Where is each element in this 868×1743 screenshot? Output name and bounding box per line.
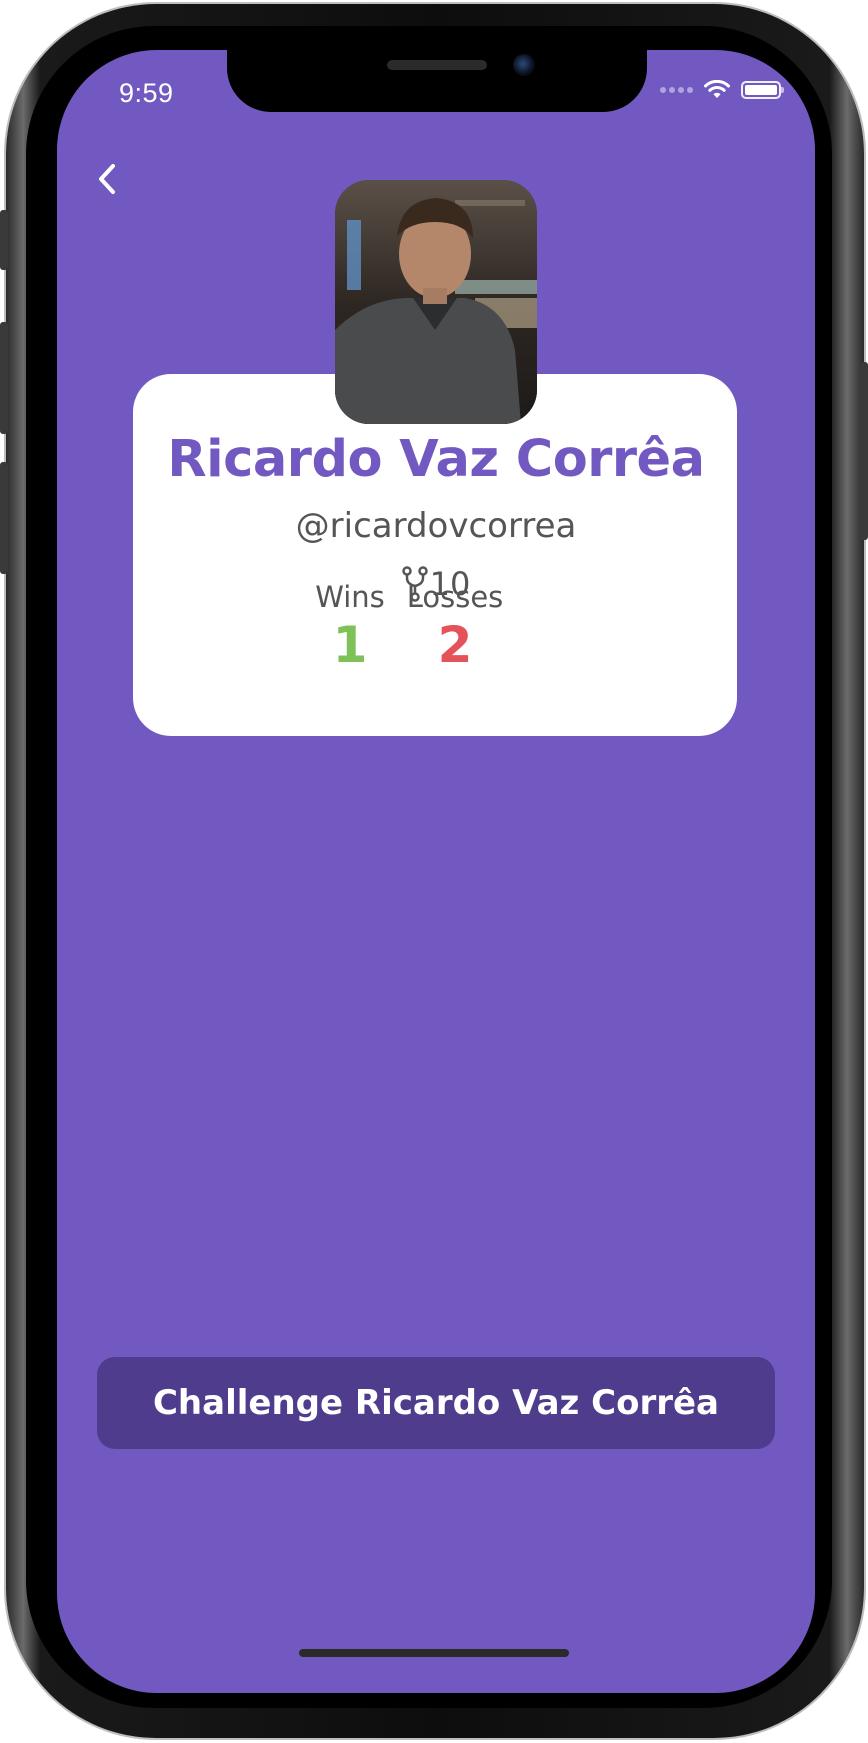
volume-down-button bbox=[0, 462, 8, 574]
avatar bbox=[335, 180, 537, 424]
signal-dots-icon bbox=[660, 87, 693, 93]
status-time: 9:59 bbox=[119, 78, 174, 108]
wins-label: Wins bbox=[315, 580, 385, 614]
wifi-icon bbox=[704, 80, 730, 98]
front-camera bbox=[513, 54, 535, 76]
losses-stat: Losses 2 bbox=[397, 580, 513, 674]
status-icons bbox=[660, 80, 784, 100]
power-button bbox=[860, 362, 868, 540]
battery-icon bbox=[741, 81, 784, 99]
speaker-grille bbox=[387, 60, 487, 70]
home-indicator[interactable] bbox=[299, 1649, 569, 1657]
avatar-photo bbox=[335, 180, 537, 424]
profile-name: Ricardo Vaz Corrêa bbox=[167, 430, 705, 489]
app-screen: 9:59 Ricardo Vaz Corrêa @ricardovcorrea … bbox=[57, 50, 815, 1693]
device-frame: 9:59 Ricardo Vaz Corrêa @ricardovcorrea … bbox=[0, 0, 868, 1743]
challenge-button[interactable]: Challenge Ricardo Vaz Corrêa bbox=[97, 1357, 775, 1449]
volume-up-button bbox=[0, 322, 8, 434]
profile-card bbox=[133, 374, 737, 736]
profile-handle: @ricardovcorrea bbox=[295, 506, 577, 546]
wins-stat: Wins 1 bbox=[305, 580, 395, 674]
back-button[interactable] bbox=[87, 160, 127, 200]
losses-value: 2 bbox=[437, 616, 473, 674]
wins-value: 1 bbox=[332, 616, 368, 674]
mute-switch bbox=[0, 210, 8, 270]
losses-label: Losses bbox=[406, 580, 504, 614]
chevron-left-icon bbox=[99, 164, 115, 194]
notch bbox=[227, 50, 647, 112]
